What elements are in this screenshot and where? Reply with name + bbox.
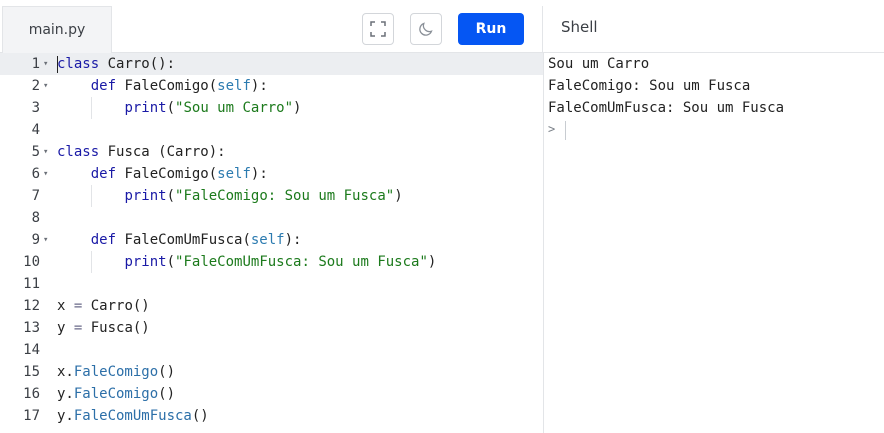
- code-line[interactable]: 10 print("FaleComUmFusca: Sou um Fusca"): [0, 251, 543, 273]
- code-line[interactable]: 15 x.FaleComigo(): [0, 361, 543, 383]
- code-line[interactable]: 3 print("Sou um Carro"): [0, 97, 543, 119]
- code-line[interactable]: 1 ▾ class Carro():: [0, 53, 543, 75]
- code-text: def FaleComigo(self):: [90, 166, 268, 182]
- line-number: 9: [31, 232, 40, 248]
- line-number: 13: [23, 320, 40, 336]
- theme-toggle-button[interactable]: [410, 13, 442, 45]
- fold-toggle-icon[interactable]: ▾: [43, 229, 48, 251]
- shell-panel[interactable]: Sou um Carro FaleComigo: Sou um Fusca Fa…: [544, 53, 884, 433]
- line-number: 15: [23, 364, 40, 380]
- moon-icon: [419, 22, 433, 36]
- code-text: class Fusca (Carro):: [57, 144, 226, 160]
- code-line[interactable]: 12 x = Carro(): [0, 295, 543, 317]
- code-text: print("Sou um Carro"): [124, 100, 302, 116]
- top-bar: main.py Run Shell: [0, 0, 884, 53]
- fullscreen-button[interactable]: [362, 13, 394, 45]
- code-line[interactable]: 4: [0, 119, 543, 141]
- header-divider: [542, 6, 543, 53]
- file-tab-main-py[interactable]: main.py: [2, 6, 112, 53]
- fullscreen-icon: [370, 21, 386, 37]
- indent-guide: [91, 185, 92, 207]
- line-number: 10: [23, 254, 40, 270]
- code-text: class Carro():: [57, 56, 176, 72]
- fold-toggle-icon[interactable]: ▾: [43, 53, 48, 75]
- code-line[interactable]: 2 ▾ def FaleComigo(self):: [0, 75, 543, 97]
- line-number: 5: [31, 144, 40, 160]
- indent-guide: [91, 251, 92, 273]
- code-line[interactable]: 16 y.FaleComigo(): [0, 383, 543, 405]
- code-text: print("FaleComigo: Sou um Fusca"): [124, 188, 403, 204]
- shell-output-line: FaleComUmFusca: Sou um Fusca: [548, 100, 785, 116]
- line-number: 2: [31, 78, 40, 94]
- code-line[interactable]: 14: [0, 339, 543, 361]
- text-cursor: [57, 56, 58, 73]
- line-number: 8: [31, 210, 40, 226]
- code-line[interactable]: 6 ▾ def FaleComigo(self):: [0, 163, 543, 185]
- line-number: 14: [23, 342, 40, 358]
- line-number: 7: [31, 188, 40, 204]
- code-line[interactable]: 17 y.FaleComUmFusca(): [0, 405, 543, 427]
- fold-toggle-icon[interactable]: ▾: [43, 75, 48, 97]
- code-line[interactable]: 5 ▾ class Fusca (Carro):: [0, 141, 543, 163]
- shell-output-line: FaleComigo: Sou um Fusca: [548, 78, 751, 94]
- code-line[interactable]: 13 y = Fusca(): [0, 317, 543, 339]
- code-line[interactable]: 9 ▾ def FaleComUmFusca(self):: [0, 229, 543, 251]
- code-text: x = Carro(): [57, 298, 150, 314]
- shell-title: Shell: [561, 18, 598, 36]
- line-number: 16: [23, 386, 40, 402]
- code-text: y.FaleComUmFusca(): [57, 408, 209, 424]
- run-button[interactable]: Run: [458, 13, 524, 45]
- line-number: 4: [31, 122, 40, 138]
- line-number: 3: [31, 100, 40, 116]
- fold-toggle-icon[interactable]: ▾: [43, 141, 48, 163]
- code-text: y.FaleComigo(): [57, 386, 176, 402]
- line-number: 17: [23, 408, 40, 424]
- shell-output-line: Sou um Carro: [548, 56, 650, 72]
- code-text: def FaleComigo(self):: [90, 78, 268, 94]
- code-line[interactable]: 8: [0, 207, 543, 229]
- code-text: def FaleComUmFusca(self):: [90, 232, 302, 248]
- line-number: 6: [31, 166, 40, 182]
- shell-input-cursor[interactable]: [565, 121, 566, 140]
- file-tab-label: main.py: [28, 22, 86, 38]
- indent-guide: [91, 97, 92, 119]
- code-editor[interactable]: 1 ▾ class Carro(): 2 ▾ def FaleComigo(self):…: [0, 53, 543, 433]
- shell-prompt: >: [548, 122, 556, 136]
- line-number: 1: [31, 56, 40, 72]
- fold-toggle-icon[interactable]: ▾: [43, 163, 48, 185]
- code-text: x.FaleComigo(): [57, 364, 176, 380]
- line-number: 12: [23, 298, 40, 314]
- code-line[interactable]: 7 print("FaleComigo: Sou um Fusca"): [0, 185, 543, 207]
- code-text: y = Fusca(): [57, 320, 150, 336]
- code-line[interactable]: 11: [0, 273, 543, 295]
- code-text: print("FaleComUmFusca: Sou um Fusca"): [124, 254, 437, 270]
- online-python-ide: main.py Run Shell 1 ▾ class Carro(): 2 ▾ def…: [0, 0, 884, 433]
- line-number: 11: [23, 276, 40, 292]
